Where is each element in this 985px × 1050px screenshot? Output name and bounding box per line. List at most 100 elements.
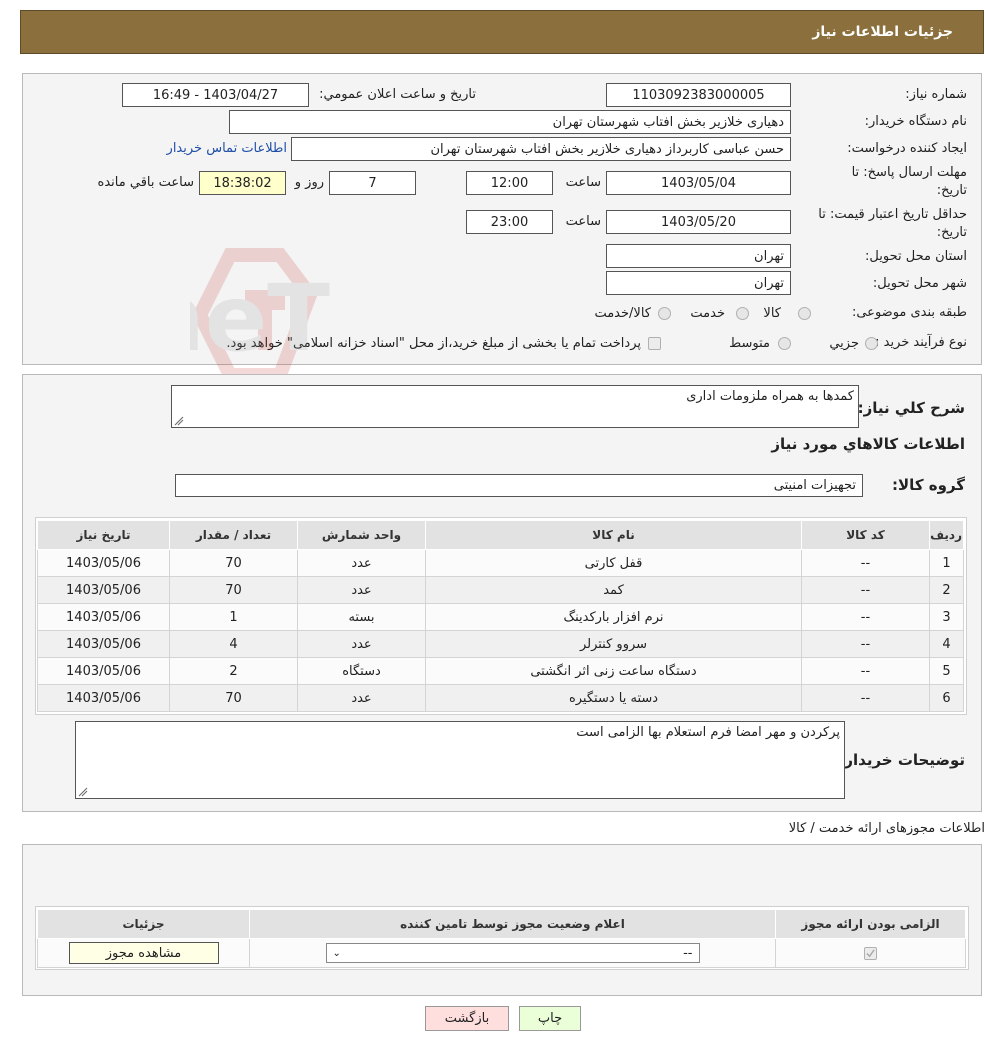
category-goods-radio[interactable] xyxy=(798,307,811,320)
buyer-notes-field: پرکردن و مهر امضا فرم استعلام بها الزامی… xyxy=(75,721,845,799)
remaining-time-field: 18:38:02 xyxy=(199,171,286,195)
permits-panel: الزامی بودن ارائه مجوز اعلام وضعیت مجوز … xyxy=(22,844,982,996)
permit-required-cell xyxy=(775,938,966,968)
resize-handle-icon[interactable] xyxy=(78,787,88,797)
remaining-days-field: 7 xyxy=(329,171,416,195)
goods-group-field: تجهیزات امنیتی xyxy=(175,474,863,497)
goods-info-heading: اطلاعات كالاهاي مورد نياز xyxy=(771,435,965,453)
description-label: شرح كلي نياز: xyxy=(857,399,965,417)
reply-deadline-label: مهلت ارسال پاسخ: تا xyxy=(851,165,967,180)
col-permit-required: الزامی بودن ارائه مجوز xyxy=(775,909,966,939)
permits-table-wrapper: الزامی بودن ارائه مجوز اعلام وضعیت مجوز … xyxy=(35,906,969,970)
treasury-payment-note: پرداخت تمام یا بخشی از مبلغ خرید،از محل … xyxy=(226,336,641,351)
cell-quantity: 4 xyxy=(169,630,298,658)
cell-unit: دستگاه xyxy=(297,657,426,685)
back-button[interactable]: بازگشت xyxy=(425,1006,509,1031)
process-type-label: نوع فرآیند خرید : xyxy=(875,335,967,350)
cell-item-code: -- xyxy=(801,576,930,604)
reply-time-field: 12:00 xyxy=(466,171,553,195)
view-permit-button[interactable]: مشاهده مجوز xyxy=(68,942,219,964)
view-permit-label: مشاهده مجوز xyxy=(105,945,182,961)
permit-status-value: -- xyxy=(683,945,693,961)
category-service-label: خدمت xyxy=(690,306,725,321)
validity-date-field: 1403/05/20 xyxy=(606,210,791,234)
cell-item-code: -- xyxy=(801,630,930,658)
category-goods-label: كالا xyxy=(763,306,781,321)
cell-row-number: 1 xyxy=(929,549,964,577)
goods-group-label: گروه کالا: xyxy=(892,476,965,494)
table-row: ⌄ -- مشاهده مجوز xyxy=(37,938,966,968)
reply-date-field: 1403/05/04 xyxy=(606,171,791,195)
reply-deadline-label-2: تاریخ: xyxy=(936,183,967,198)
cell-need-date: 1403/05/06 xyxy=(37,576,170,604)
goods-panel: شرح كلي نياز: کمدها به همراه ملزومات ادا… xyxy=(22,374,982,812)
resize-handle-icon[interactable] xyxy=(174,416,184,426)
cell-item-code: -- xyxy=(801,657,930,685)
cell-unit: عدد xyxy=(297,630,426,658)
cell-item-name: دسته یا دستگیره xyxy=(425,684,802,712)
print-button-label: چاپ xyxy=(537,1011,563,1026)
city-field: تهران xyxy=(606,271,791,295)
col-quantity: تعداد / مقدار xyxy=(169,520,298,550)
goods-table: رديف كد كالا نام كالا واحد شمارش تعداد /… xyxy=(37,520,964,712)
remaining-time-label: ساعت باقي مانده xyxy=(97,175,194,190)
process-minor-radio[interactable] xyxy=(865,337,878,350)
print-button[interactable]: چاپ xyxy=(519,1006,581,1031)
cell-quantity: 70 xyxy=(169,549,298,577)
need-number-field: 1103092383000005 xyxy=(606,83,791,107)
province-label: استان محل تحویل: xyxy=(865,249,967,264)
goods-table-wrapper: رديف كد كالا نام كالا واحد شمارش تعداد /… xyxy=(35,517,967,715)
cell-unit: عدد xyxy=(297,684,426,712)
process-medium-radio[interactable] xyxy=(778,337,791,350)
creator-label: ایجاد کننده درخواست: xyxy=(847,141,967,156)
cell-need-date: 1403/05/06 xyxy=(37,603,170,631)
permit-status-select[interactable]: ⌄ -- xyxy=(325,943,700,963)
category-service-radio[interactable] xyxy=(736,307,749,320)
process-medium-label: متوسط xyxy=(729,336,770,351)
buyer-notes-label: توضیحات خریدار: xyxy=(838,751,965,769)
table-row: 4 -- سروو کنترلر عدد 4 1403/05/06 xyxy=(37,630,964,658)
description-text: کمدها به همراه ملزومات اداری xyxy=(686,389,854,404)
validity-time-field: 23:00 xyxy=(466,210,553,234)
reply-time-label: ساعت xyxy=(565,175,601,190)
col-row-number: رديف xyxy=(929,520,964,550)
category-goods-service-radio[interactable] xyxy=(658,307,671,320)
chevron-down-icon: ⌄ xyxy=(332,947,341,959)
cell-item-name: سروو کنترلر xyxy=(425,630,802,658)
permits-table: الزامی بودن ارائه مجوز اعلام وضعیت مجوز … xyxy=(37,909,966,968)
description-field: کمدها به همراه ملزومات اداری xyxy=(171,385,859,428)
cell-item-code: -- xyxy=(801,549,930,577)
announce-datetime-field: 1403/04/27 - 16:49 xyxy=(122,83,309,107)
cell-row-number: 4 xyxy=(929,630,964,658)
permits-table-header: الزامی بودن ارائه مجوز اعلام وضعیت مجوز … xyxy=(37,909,966,939)
cell-item-code: -- xyxy=(801,603,930,631)
buyer-org-label: نام دستگاه خریدار: xyxy=(864,114,967,129)
validity-time-label: ساعت xyxy=(565,214,601,229)
announce-label: تاریخ و ساعت اعلان عمومي: xyxy=(319,87,476,102)
cell-quantity: 70 xyxy=(169,576,298,604)
details-panel: شماره نیاز: 1103092383000005 تاریخ و ساع… xyxy=(22,73,982,365)
buyer-notes-text: پرکردن و مهر امضا فرم استعلام بها الزامی… xyxy=(576,725,840,740)
buyer-contact-link[interactable]: اطلاعات تماس خریدار xyxy=(167,141,287,156)
process-minor-label: جزيي xyxy=(829,336,859,351)
treasury-payment-checkbox[interactable] xyxy=(648,337,661,350)
permits-heading: اطلاعات مجوزهای ارائه خدمت / کالا xyxy=(788,821,985,836)
category-label: طبقه بندی موضوعی: xyxy=(851,305,967,320)
cell-row-number: 3 xyxy=(929,603,964,631)
cell-need-date: 1403/05/06 xyxy=(37,684,170,712)
cell-need-date: 1403/05/06 xyxy=(37,549,170,577)
back-button-label: بازگشت xyxy=(444,1011,490,1026)
creator-field: حسن عباسی کاربرداز دهیاری خلازیر بخش افت… xyxy=(291,137,791,161)
table-row: 5 -- دستگاه ساعت زنی اثر انگشتی دستگاه 2… xyxy=(37,657,964,685)
cell-quantity: 2 xyxy=(169,657,298,685)
table-row: 1 -- قفل کارتی عدد 70 1403/05/06 xyxy=(37,549,964,577)
permit-required-checkbox[interactable] xyxy=(864,946,877,960)
price-validity-label-2: تاریخ: xyxy=(936,225,967,240)
col-permit-details: جزئیات xyxy=(37,909,250,939)
price-validity-label: حداقل تاریخ اعتبار قیمت: تا xyxy=(818,207,967,222)
province-field: تهران xyxy=(606,244,791,268)
cell-item-name: دستگاه ساعت زنی اثر انگشتی xyxy=(425,657,802,685)
need-number-label: شماره نیاز: xyxy=(905,87,967,102)
table-row: 6 -- دسته یا دستگیره عدد 70 1403/05/06 xyxy=(37,684,964,712)
table-row: 2 -- کمد عدد 70 1403/05/06 xyxy=(37,576,964,604)
